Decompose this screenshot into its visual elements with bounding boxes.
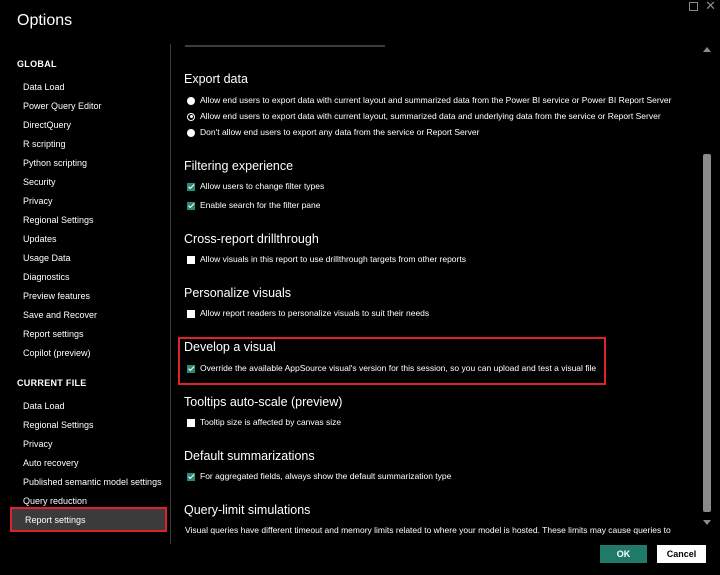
sidebar-item-directquery[interactable]: DirectQuery: [23, 119, 71, 131]
cross-report-option[interactable]: Allow visuals in this report to use dril…: [187, 254, 466, 265]
scrolled-off-option: [185, 44, 485, 48]
sidebar-item-file-privacy[interactable]: Privacy: [23, 438, 53, 450]
option-label: Allow users to change filter types: [200, 181, 325, 191]
checkbox[interactable]: [187, 418, 195, 427]
checkbox[interactable]: [187, 309, 195, 318]
checkbox-checked[interactable]: [187, 201, 195, 210]
dialog-title: Options: [17, 12, 73, 29]
global-heading: GLOBAL: [17, 59, 57, 69]
checkbox-checked[interactable]: [187, 182, 195, 191]
sidebar-item-updates[interactable]: Updates: [23, 233, 57, 245]
sidebar-item-published-semantic-model[interactable]: Published semantic model settings: [23, 476, 162, 488]
sidebar-item-python-scripting[interactable]: Python scripting: [23, 157, 87, 169]
sidebar-item-power-query-editor[interactable]: Power Query Editor: [23, 100, 102, 112]
vertical-scrollbar[interactable]: [700, 44, 714, 534]
filter-search-option[interactable]: Enable search for the filter pane: [187, 200, 321, 211]
sidebar-item-file-data-load[interactable]: Data Load: [23, 400, 65, 412]
option-label: Override the available AppSource visual'…: [200, 363, 597, 373]
option-label: For aggregated fields, always show the d…: [200, 471, 452, 481]
tooltip-size-option[interactable]: Tooltip size is affected by canvas size: [187, 417, 341, 428]
sidebar-item-copilot[interactable]: Copilot (preview): [23, 347, 91, 359]
sidebar-item-r-scripting[interactable]: R scripting: [23, 138, 66, 150]
sidebar-item-file-regional-settings[interactable]: Regional Settings: [23, 419, 94, 431]
personalize-visuals-title: Personalize visuals: [184, 286, 291, 300]
sidebar-item-data-load[interactable]: Data Load: [23, 81, 65, 93]
radio-button-selected[interactable]: [187, 112, 195, 121]
cancel-button[interactable]: Cancel: [657, 545, 706, 563]
sidebar-item-query-reduction[interactable]: Query reduction: [23, 495, 87, 507]
cross-report-title: Cross-report drillthrough: [184, 232, 319, 246]
current-file-heading: CURRENT FILE: [17, 378, 87, 388]
radio-button[interactable]: [187, 96, 195, 105]
aggregated-fields-option[interactable]: For aggregated fields, always show the d…: [187, 471, 451, 482]
option-label: Enable search for the filter pane: [200, 200, 321, 210]
option-label: Allow end users to export data with curr…: [200, 111, 661, 121]
export-option-none[interactable]: Don't allow end users to export any data…: [187, 127, 479, 138]
checkbox-checked[interactable]: [187, 472, 195, 481]
option-label: Tooltip size is affected by canvas size: [200, 417, 342, 427]
develop-visual-option[interactable]: Override the available AppSource visual'…: [187, 363, 596, 374]
sidebar-item-privacy[interactable]: Privacy: [23, 195, 53, 207]
checkbox[interactable]: [187, 255, 195, 264]
ok-button[interactable]: OK: [600, 545, 647, 563]
sidebar-item-usage-data[interactable]: Usage Data: [23, 252, 71, 264]
sidebar-item-report-settings-selected[interactable]: Report settings: [10, 507, 167, 532]
sidebar-item-regional-settings[interactable]: Regional Settings: [23, 214, 94, 226]
filtering-experience-title: Filtering experience: [184, 159, 294, 173]
maximize-icon[interactable]: [689, 2, 698, 11]
sidebar-item-preview-features[interactable]: Preview features: [23, 290, 90, 302]
scroll-up-icon[interactable]: [703, 47, 711, 52]
option-label: Don't allow end users to export any data…: [200, 127, 480, 137]
sidebar-item-auto-recovery[interactable]: Auto recovery: [23, 457, 79, 469]
checkbox-checked[interactable]: [187, 364, 195, 373]
default-summarizations-title: Default summarizations: [184, 449, 315, 463]
option-label: Allow end users to export data with curr…: [200, 95, 672, 105]
sidebar-item-security[interactable]: Security: [23, 176, 56, 188]
filter-types-option[interactable]: Allow users to change filter types: [187, 181, 324, 192]
scroll-thumb[interactable]: [703, 154, 711, 512]
sidebar-item-diagnostics[interactable]: Diagnostics: [23, 271, 70, 283]
sidebar-item-save-and-recover[interactable]: Save and Recover: [23, 309, 97, 321]
scroll-down-icon[interactable]: [703, 520, 711, 525]
settings-panel: Export data Allow end users to export da…: [171, 44, 699, 544]
radio-button[interactable]: [187, 128, 195, 137]
export-option-summarized[interactable]: Allow end users to export data with curr…: [187, 95, 672, 106]
query-limit-description: Visual queries have different timeout an…: [185, 525, 671, 535]
options-sidebar: GLOBAL Data Load Power Query Editor Dire…: [0, 44, 170, 544]
personalize-option[interactable]: Allow report readers to personalize visu…: [187, 308, 429, 319]
close-icon[interactable]: ✕: [705, 0, 716, 13]
option-label: Allow report readers to personalize visu…: [200, 308, 430, 318]
export-data-title: Export data: [184, 72, 248, 86]
query-limit-title: Query-limit simulations: [184, 503, 311, 517]
option-label: Allow visuals in this report to use dril…: [200, 254, 466, 264]
tooltips-title: Tooltips auto-scale (preview): [184, 395, 343, 409]
export-option-underlying[interactable]: Allow end users to export data with curr…: [187, 111, 661, 122]
sidebar-item-report-settings-global[interactable]: Report settings: [23, 328, 84, 340]
develop-visual-title: Develop a visual: [184, 340, 276, 354]
